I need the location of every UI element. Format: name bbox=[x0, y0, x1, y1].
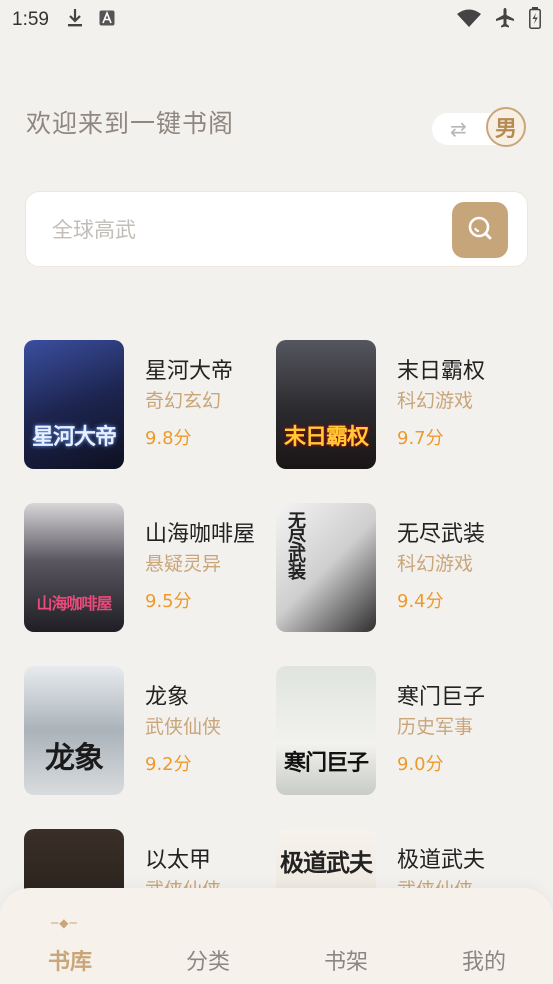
book-genre: 奇幻玄幻 bbox=[145, 390, 222, 412]
book-card[interactable]: 山海咖啡屋 山海咖啡屋 悬疑灵异 9.5分 bbox=[24, 503, 284, 633]
book-title: 无尽武装 bbox=[397, 522, 486, 547]
search-button[interactable] bbox=[452, 202, 508, 258]
book-title: 以太甲 bbox=[145, 848, 212, 873]
search-box bbox=[25, 191, 528, 267]
book-genre: 武侠仙侠 bbox=[145, 716, 222, 738]
book-score: 9.7分 bbox=[397, 428, 444, 449]
book-card[interactable]: 星河大帝 星河大帝 奇幻玄幻 9.8分 bbox=[24, 340, 284, 470]
airplane-icon bbox=[495, 7, 515, 33]
book-title: 山海咖啡屋 bbox=[145, 522, 256, 547]
book-card[interactable]: 末日霸权 末日霸权 科幻游戏 9.7分 bbox=[276, 340, 536, 470]
bottom-tab-bar: ─◆─ 书库 分类 书架 我的 bbox=[0, 888, 553, 984]
book-card[interactable]: 无尽武装 无尽武装 科幻游戏 9.4分 bbox=[276, 503, 536, 633]
book-cover: 龙象 bbox=[24, 666, 124, 795]
book-genre: 悬疑灵异 bbox=[145, 553, 222, 575]
book-genre: 历史军事 bbox=[397, 716, 474, 738]
book-score: 9.8分 bbox=[145, 428, 192, 449]
app-a-icon bbox=[99, 9, 115, 31]
book-score: 9.2分 bbox=[145, 754, 192, 775]
search-icon bbox=[466, 214, 494, 246]
status-time: 1:59 bbox=[12, 9, 49, 30]
book-cover: 山海咖啡屋 bbox=[24, 503, 124, 632]
download-icon bbox=[67, 8, 83, 33]
book-grid: 星河大帝 星河大帝 奇幻玄幻 9.8分 末日霸权 末日霸权 科幻游戏 9.7分 … bbox=[0, 340, 553, 890]
book-cover: 极道武夫 bbox=[276, 829, 376, 890]
book-score: 9.5分 bbox=[145, 591, 192, 612]
book-card[interactable]: 寒门巨子 寒门巨子 历史军事 9.0分 bbox=[276, 666, 536, 796]
book-cover: 无尽武装 bbox=[276, 503, 376, 632]
gender-toggle[interactable]: ⇄ 男 bbox=[432, 107, 526, 147]
gender-knob[interactable]: 男 bbox=[486, 107, 526, 147]
book-card[interactable]: 龙象 龙象 武侠仙侠 9.2分 bbox=[24, 666, 284, 796]
book-cover: 星河大帝 bbox=[24, 340, 124, 469]
battery-icon bbox=[529, 6, 541, 34]
book-title: 极道武夫 bbox=[397, 848, 486, 873]
search-input[interactable] bbox=[52, 212, 432, 248]
wifi-icon bbox=[457, 9, 481, 32]
tab-library[interactable]: 书库 bbox=[25, 944, 115, 976]
welcome-title: 欢迎来到一键书阁 bbox=[26, 109, 235, 138]
tab-mine[interactable]: 我的 bbox=[439, 944, 529, 976]
book-title: 龙象 bbox=[145, 685, 190, 710]
status-bar: 1:59 bbox=[0, 0, 553, 40]
book-title: 末日霸权 bbox=[397, 359, 486, 384]
book-card[interactable]: 以太甲 武侠仙侠 bbox=[24, 829, 284, 890]
book-score: 9.0分 bbox=[397, 754, 444, 775]
book-cover: 末日霸权 bbox=[276, 340, 376, 469]
book-cover: 寒门巨子 bbox=[276, 666, 376, 795]
book-score: 9.4分 bbox=[397, 591, 444, 612]
active-tab-indicator-icon: ─◆─ bbox=[51, 916, 78, 930]
swap-arrows-icon: ⇄ bbox=[450, 117, 467, 141]
book-card[interactable]: 极道武夫 极道武夫 武侠仙侠 bbox=[276, 829, 536, 890]
book-cover bbox=[24, 829, 124, 890]
tab-bookshelf[interactable]: 书架 bbox=[301, 944, 391, 976]
book-title: 寒门巨子 bbox=[397, 685, 486, 710]
book-title: 星河大帝 bbox=[145, 359, 234, 384]
tab-category[interactable]: 分类 bbox=[163, 944, 253, 976]
book-genre: 科幻游戏 bbox=[397, 553, 474, 575]
book-genre: 科幻游戏 bbox=[397, 390, 474, 412]
